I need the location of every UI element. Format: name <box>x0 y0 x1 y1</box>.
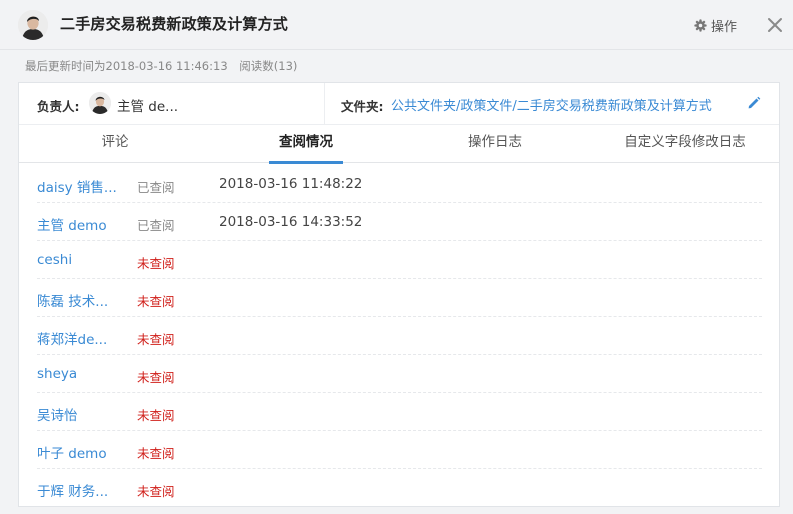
list-item: 于辉 财务... 未查阅 <box>37 469 762 507</box>
tab-read-status[interactable]: 查阅情况 <box>269 125 343 164</box>
owner-avatar[interactable] <box>89 92 111 114</box>
tab-bar: 评论 查阅情况 操作日志 自定义字段修改日志 <box>19 125 779 164</box>
tab-custom-field-log[interactable]: 自定义字段修改日志 <box>611 125 759 163</box>
list-item: 蒋郑洋de... 未查阅 <box>37 317 762 355</box>
folder-label: 文件夹: <box>341 99 384 114</box>
owner-label: 负责人: <box>37 99 80 114</box>
status-badge: 未查阅 <box>137 294 175 309</box>
owner-name[interactable]: 主管 de... <box>117 95 178 115</box>
document-meta: 最后更新时间为2018-03-16 11:46:13 阅读数(13) <box>25 58 297 74</box>
author-avatar[interactable] <box>18 10 48 40</box>
edit-folder-button[interactable] <box>746 95 762 111</box>
status-badge: 未查阅 <box>137 370 175 385</box>
close-button[interactable] <box>765 15 785 35</box>
last-updated: 最后更新时间为2018-03-16 11:46:13 <box>25 59 228 73</box>
user-name-link[interactable]: 吴诗怡 <box>37 404 78 424</box>
tab-label: 查阅情况 <box>279 134 333 150</box>
user-name-link[interactable]: 叶子 demo <box>37 442 107 462</box>
list-item: 叶子 demo 未查阅 <box>37 431 762 469</box>
user-name-link[interactable]: daisy 销售... <box>37 176 117 196</box>
read-status-list: daisy 销售... 已查阅 2018-03-16 11:48:22 主管 d… <box>37 165 762 507</box>
status-badge: 已查阅 <box>137 180 175 195</box>
pencil-icon <box>748 96 761 109</box>
list-item: 主管 demo 已查阅 2018-03-16 14:33:52 <box>37 203 762 241</box>
operations-button[interactable]: 操作 <box>694 15 737 35</box>
user-name-link[interactable]: ceshi <box>37 252 72 268</box>
user-name-link[interactable]: 蒋郑洋de... <box>37 328 107 348</box>
tab-operation-log[interactable]: 操作日志 <box>449 125 541 163</box>
gear-icon <box>694 18 707 32</box>
read-count: 阅读数(13) <box>239 59 298 73</box>
avatar-image <box>18 10 48 40</box>
status-badge: 未查阅 <box>137 332 175 347</box>
status-badge: 已查阅 <box>137 218 175 233</box>
tab-comments[interactable]: 评论 <box>65 125 165 163</box>
list-item: 吴诗怡 未查阅 <box>37 393 762 431</box>
tab-label: 自定义字段修改日志 <box>624 134 746 150</box>
user-name-link[interactable]: 于辉 财务... <box>37 480 108 500</box>
list-item: 陈磊 技术... 未查阅 <box>37 279 762 317</box>
content-card: 负责人: 主管 de... 文件夹: 公共文件夹/政策文件/二手房交易税费新政策… <box>18 82 780 507</box>
read-time: 2018-03-16 14:33:52 <box>219 214 363 230</box>
status-badge: 未查阅 <box>137 484 175 499</box>
list-item: ceshi 未查阅 <box>37 241 762 279</box>
status-badge: 未查阅 <box>137 256 175 271</box>
close-icon <box>768 18 782 32</box>
status-badge: 未查阅 <box>137 446 175 461</box>
tab-label: 评论 <box>101 134 129 150</box>
user-name-link[interactable]: 主管 demo <box>37 214 107 234</box>
avatar-image <box>89 92 111 114</box>
read-time: 2018-03-16 11:48:22 <box>219 176 363 192</box>
user-name-link[interactable]: 陈磊 技术... <box>37 290 108 310</box>
list-item: sheya 未查阅 <box>37 355 762 393</box>
user-name-link[interactable]: sheya <box>37 366 77 382</box>
document-title: 二手房交易税费新政策及计算方式 <box>60 15 289 33</box>
divider <box>324 83 325 124</box>
info-row: 负责人: 主管 de... 文件夹: 公共文件夹/政策文件/二手房交易税费新政策… <box>19 83 779 125</box>
tab-label: 操作日志 <box>468 134 522 150</box>
folder-path-link[interactable]: 公共文件夹/政策文件/二手房交易税费新政策及计算方式 <box>391 95 712 114</box>
list-item: daisy 销售... 已查阅 2018-03-16 11:48:22 <box>37 165 762 203</box>
status-badge: 未查阅 <box>137 408 175 423</box>
dialog-header: 二手房交易税费新政策及计算方式 操作 <box>0 0 793 50</box>
operations-label: 操作 <box>711 19 738 35</box>
